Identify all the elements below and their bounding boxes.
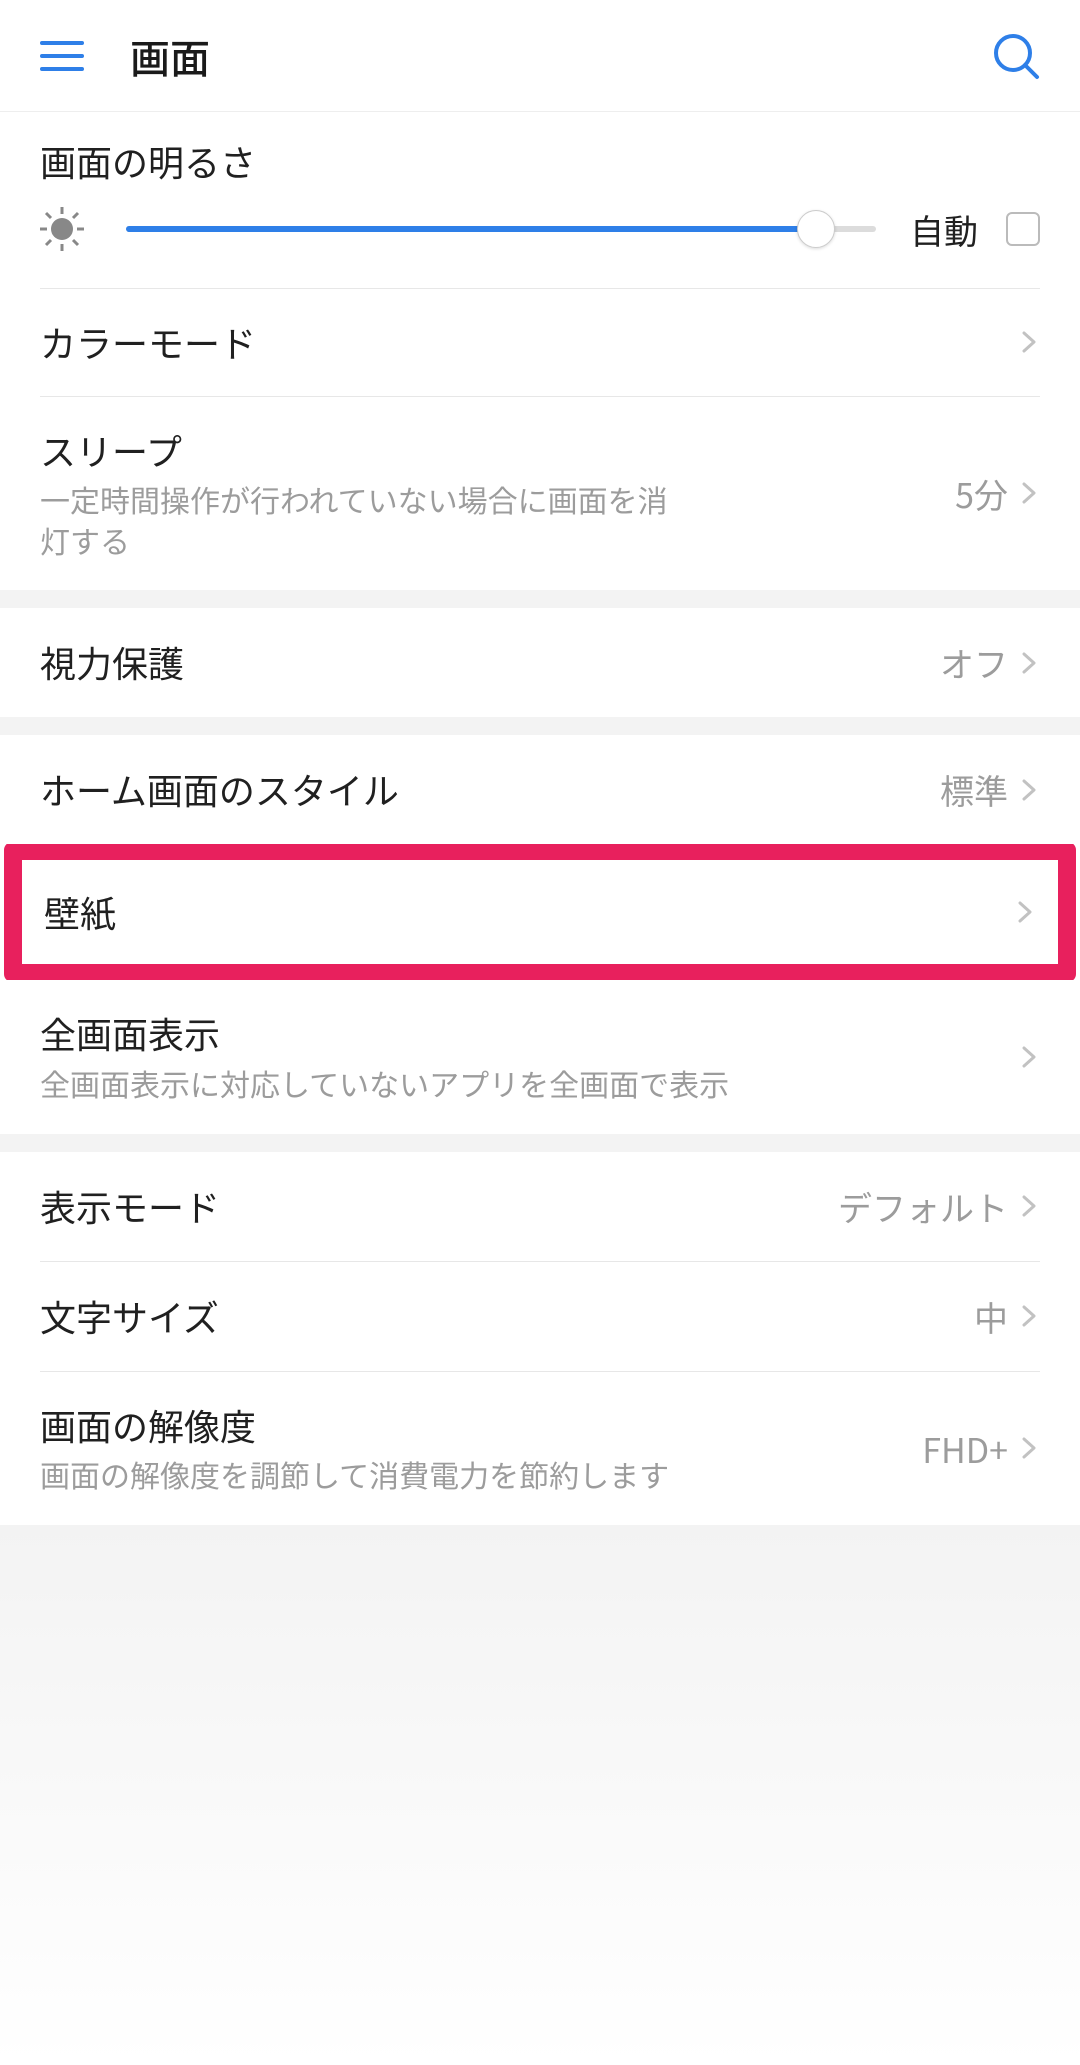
row-eye-protect[interactable]: 視力保護 オフ: [0, 608, 1080, 717]
eye-protect-title: 視力保護: [40, 639, 940, 686]
brightness-controls: 自動: [40, 205, 1040, 254]
slider-thumb[interactable]: [797, 210, 835, 248]
highlight-box: 壁紙: [4, 842, 1076, 982]
group-eye: 視力保護 オフ: [0, 608, 1080, 717]
eye-protect-value: オフ: [940, 638, 1008, 687]
fullscreen-title: 全画面表示: [40, 1010, 1018, 1057]
brightness-sun-icon: [40, 207, 84, 251]
font-size-value: 中: [974, 1292, 1008, 1341]
row-resolution[interactable]: 画面の解像度 画面の解像度を調節して消費電力を節約します FHD+: [0, 1372, 1080, 1525]
brightness-title: 画面の明るさ: [40, 138, 256, 185]
chevron-right-icon: [1018, 331, 1040, 353]
brightness-slider[interactable]: [126, 226, 876, 232]
auto-brightness-label: 自動: [910, 205, 978, 254]
row-color-mode[interactable]: カラーモード: [0, 289, 1080, 396]
group-display: 表示モード デフォルト 文字サイズ 中 画面の解像度 画面の解像度を調節して消費…: [0, 1152, 1080, 1525]
row-home-style[interactable]: ホーム画面のスタイル 標準: [0, 735, 1080, 844]
chevron-right-icon: [1018, 1305, 1040, 1327]
row-display-mode[interactable]: 表示モード デフォルト: [0, 1152, 1080, 1261]
row-wallpaper[interactable]: 壁紙: [22, 860, 1058, 964]
sleep-value: 5分: [955, 469, 1008, 518]
fullscreen-sub: 全画面表示に対応していないアプリを全画面で表示: [40, 1063, 1018, 1104]
header-bar: 画面: [0, 0, 1080, 112]
font-size-title: 文字サイズ: [40, 1293, 974, 1340]
menu-icon[interactable]: [40, 41, 84, 71]
chevron-right-icon: [1018, 779, 1040, 801]
chevron-right-icon: [1018, 1437, 1040, 1459]
sleep-sub: 一定時間操作が行われていない場合に画面を消灯する: [40, 479, 690, 560]
chevron-right-icon: [1018, 1195, 1040, 1217]
resolution-title: 画面の解像度: [40, 1402, 922, 1449]
bottom-fade: [0, 1525, 1080, 2065]
chevron-right-icon: [1018, 482, 1040, 504]
page-title: 画面: [130, 27, 992, 85]
row-brightness: 画面の明るさ 自動: [0, 112, 1080, 288]
group-home: ホーム画面のスタイル 標準 壁紙 全画面表示 全画面表示に対応していないアプリを…: [0, 735, 1080, 1133]
wallpaper-title: 壁紙: [44, 889, 1014, 936]
slider-fill: [126, 226, 816, 232]
chevron-right-icon: [1014, 901, 1036, 923]
display-mode-value: デフォルト: [838, 1182, 1008, 1231]
row-fullscreen[interactable]: 全画面表示 全画面表示に対応していないアプリを全画面で表示: [0, 980, 1080, 1133]
home-style-title: ホーム画面のスタイル: [40, 766, 940, 813]
auto-brightness-checkbox[interactable]: [1006, 212, 1040, 246]
group-brightness: 画面の明るさ 自動: [0, 112, 1080, 590]
chevron-right-icon: [1018, 1046, 1040, 1068]
display-mode-title: 表示モード: [40, 1183, 838, 1230]
resolution-value: FHD+: [922, 1424, 1008, 1473]
row-sleep[interactable]: スリープ 一定時間操作が行われていない場合に画面を消灯する 5分: [0, 397, 1080, 591]
row-font-size[interactable]: 文字サイズ 中: [0, 1262, 1080, 1371]
search-icon[interactable]: [992, 32, 1040, 80]
chevron-right-icon: [1018, 652, 1040, 674]
resolution-sub: 画面の解像度を調節して消費電力を節約します: [40, 1454, 690, 1495]
color-mode-title: カラーモード: [40, 319, 1018, 366]
home-style-value: 標準: [940, 765, 1008, 814]
sleep-title: スリープ: [40, 427, 955, 474]
